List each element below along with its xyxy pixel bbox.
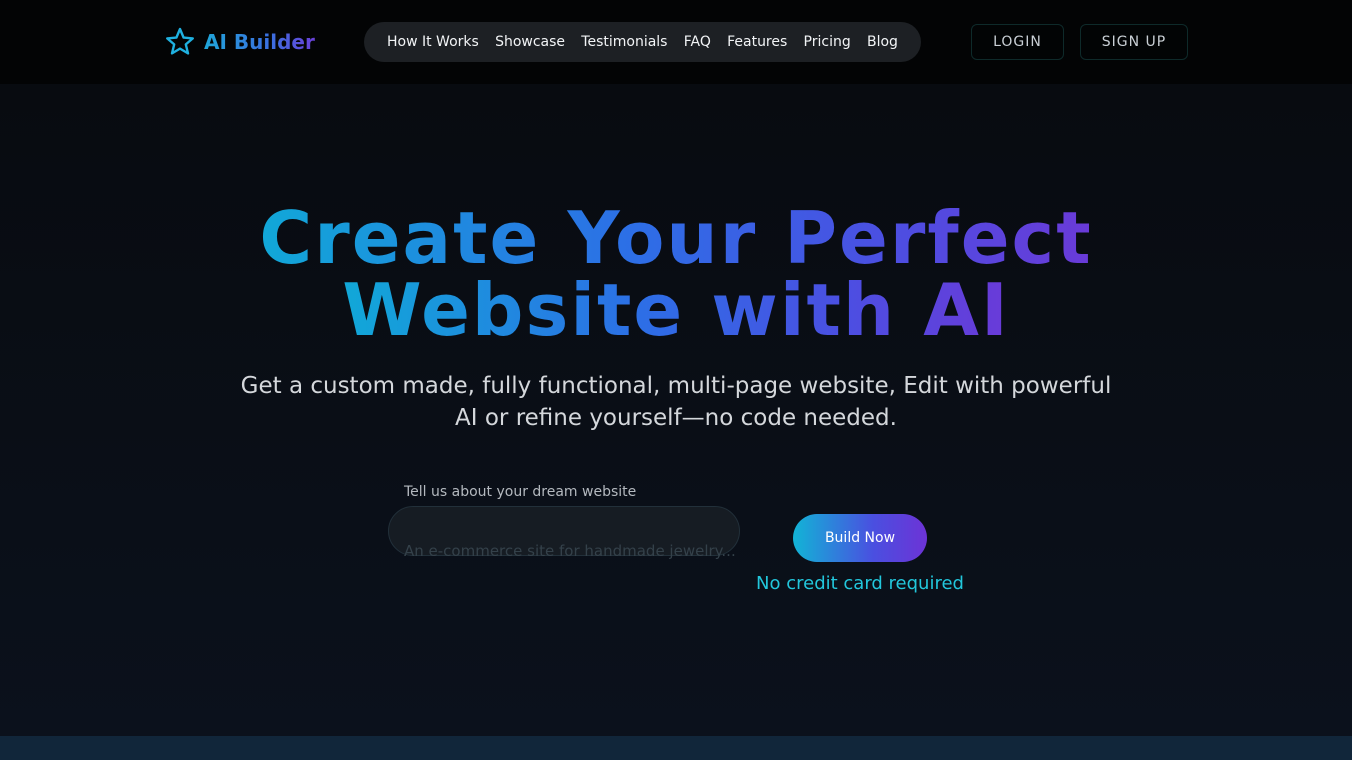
main-nav-pill: How It Works Showcase Testimonials FAQ F… — [364, 22, 921, 62]
nav-item-blog[interactable]: Blog — [867, 22, 898, 62]
brand-name: AI Builder — [204, 24, 315, 60]
nav-item-testimonials[interactable]: Testimonials — [581, 22, 667, 62]
next-section-edge — [0, 736, 1352, 760]
dream-website-label: Tell us about your dream website — [404, 484, 637, 500]
hero-headline: Create Your Perfect Website with AI — [176, 202, 1176, 346]
nav-item-features[interactable]: Features — [727, 22, 787, 62]
build-now-button[interactable]: Build Now — [793, 514, 927, 562]
star-icon — [166, 27, 194, 55]
nav-item-showcase[interactable]: Showcase — [495, 22, 565, 62]
top-navigation-bar: AI Builder How It Works Showcase Testimo… — [0, 0, 1352, 84]
no-credit-card-note: No credit card required — [756, 573, 964, 594]
login-button[interactable]: LOGIN — [971, 24, 1064, 60]
signup-button[interactable]: SIGN UP — [1080, 24, 1188, 60]
brand-logo-link[interactable]: AI Builder — [164, 24, 315, 60]
hero-headline-line-2: Website with AI — [342, 268, 1010, 352]
dream-website-input[interactable] — [388, 506, 740, 556]
nav-item-how-it-works[interactable]: How It Works — [387, 22, 479, 62]
hero-section: Create Your Perfect Website with AI Get … — [0, 84, 1352, 736]
nav-item-pricing[interactable]: Pricing — [804, 22, 851, 62]
hero-subheading: Get a custom made, fully functional, mul… — [240, 373, 1112, 431]
nav-item-faq[interactable]: FAQ — [684, 22, 711, 62]
